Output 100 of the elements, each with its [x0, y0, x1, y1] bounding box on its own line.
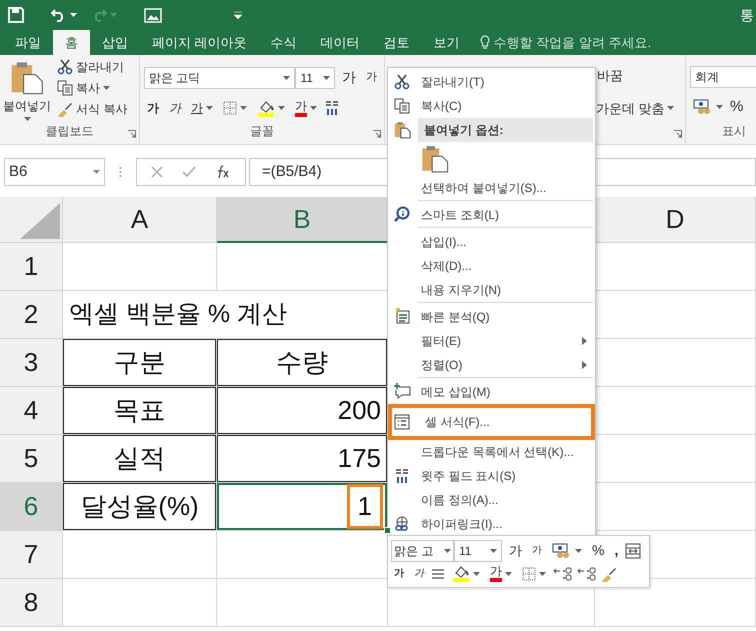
row-header[interactable]: 3 — [0, 339, 63, 387]
percent-button[interactable]: % — [589, 539, 608, 562]
menu-item[interactable]: 셀 서식(F)... — [388, 404, 595, 440]
menu-item[interactable]: 드롭다운 목록에서 선택(K)... — [388, 440, 595, 464]
dialog-launcher-icon[interactable] — [128, 130, 136, 138]
row-header[interactable]: 2 — [0, 291, 63, 339]
menu-item[interactable]: 빠른 분석(Q) — [388, 302, 595, 329]
caret-icon[interactable] — [667, 106, 674, 110]
phonetic-icon[interactable] — [324, 100, 340, 116]
menu-item[interactable]: 정렬(O) — [388, 353, 595, 377]
ribbon-tab[interactable]: 보기 — [422, 30, 472, 55]
new-comment-icon[interactable] — [394, 382, 411, 398]
caret-icon[interactable] — [490, 548, 497, 552]
caret-icon[interactable] — [310, 106, 317, 110]
grow-font-button[interactable]: 가 — [338, 66, 359, 89]
caret-icon[interactable] — [93, 170, 100, 174]
font-size-field[interactable]: 11 — [295, 66, 335, 88]
menu-item[interactable]: 메모 삽입(M) — [388, 377, 595, 404]
paste-option-icon[interactable] — [421, 145, 449, 173]
italic-button[interactable]: 가 — [166, 98, 184, 118]
scissors-icon[interactable] — [394, 74, 410, 90]
caret-icon[interactable] — [278, 106, 285, 110]
comma-button[interactable]: , — [611, 539, 622, 562]
caret-icon[interactable] — [103, 86, 110, 90]
column-header[interactable]: D — [595, 197, 756, 243]
wrap-text-button[interactable]: 바꿈 — [596, 68, 623, 83]
row-header[interactable]: 4 — [0, 387, 63, 435]
menu-item[interactable]: 필터(E) — [388, 329, 595, 353]
merge-cells-icon[interactable] — [625, 542, 642, 558]
quick-analysis-icon[interactable] — [394, 308, 410, 324]
brush-icon[interactable] — [601, 566, 617, 582]
caret-icon[interactable] — [70, 13, 77, 17]
number-format-field[interactable]: 회계 — [690, 66, 756, 88]
row-header[interactable]: 8 — [0, 579, 63, 627]
caret-icon[interactable] — [322, 76, 330, 80]
menu-item[interactable]: 삽입(I)... — [388, 227, 595, 254]
menu-item[interactable]: 잘라내기(T) — [388, 70, 595, 94]
increase-decimal-icon[interactable] — [553, 566, 573, 582]
row-header[interactable]: 6 — [0, 483, 63, 531]
menu-item[interactable]: 선택하여 붙여넣기(S)... — [388, 176, 595, 200]
format-cells-icon[interactable] — [394, 414, 410, 430]
ribbon-tab[interactable]: 삽입 — [90, 30, 140, 55]
menu-item[interactable]: 스마트 조회(L) — [388, 200, 595, 227]
font-name-field[interactable]: 맑은 고 — [391, 540, 454, 562]
caret-icon[interactable] — [505, 572, 512, 576]
name-box[interactable]: B6 — [4, 158, 105, 186]
dialog-launcher-icon[interactable] — [674, 130, 682, 138]
align-icon[interactable] — [431, 568, 445, 580]
format-painter-button[interactable]: 서식 복사 — [54, 99, 130, 119]
percent-button[interactable]: % — [730, 96, 744, 118]
column-header[interactable]: A — [63, 197, 217, 243]
shrink-font-button[interactable]: 가 — [529, 542, 545, 559]
merge-center-button[interactable]: 가운데 맞춤 — [592, 98, 678, 119]
underline-button[interactable]: 가 — [188, 98, 216, 118]
caret-icon[interactable] — [473, 572, 480, 576]
caret-icon[interactable] — [444, 548, 451, 552]
scissors-icon[interactable] — [57, 59, 73, 75]
phonetic-icon[interactable] — [394, 468, 410, 484]
column-header[interactable]: B — [217, 197, 388, 243]
borders-icon[interactable] — [522, 566, 536, 580]
menu-item[interactable]: 하이퍼링크(I)... — [388, 512, 595, 536]
caret-icon[interactable] — [283, 76, 290, 80]
caret-icon[interactable] — [575, 548, 582, 552]
caret-icon[interactable] — [24, 117, 30, 121]
copy-icon[interactable] — [57, 80, 73, 96]
lightbulb-icon[interactable] — [480, 35, 490, 50]
customize-icon[interactable] — [234, 11, 242, 19]
fill-color-icon[interactable] — [452, 565, 470, 582]
undo-button[interactable] — [48, 7, 80, 23]
function-icon[interactable] — [215, 165, 232, 179]
ribbon-tab[interactable]: 홈 — [53, 30, 90, 55]
font-name-field[interactable]: 맑은 고딕 — [144, 66, 296, 88]
caret-icon[interactable] — [206, 106, 213, 110]
ribbon-tab[interactable]: 수식 — [258, 30, 309, 55]
caret-icon[interactable] — [716, 105, 723, 110]
brush-icon[interactable] — [57, 101, 73, 117]
font-color-button[interactable]: 가 — [487, 564, 515, 583]
globe-link-icon[interactable] — [394, 516, 410, 532]
menu-item[interactable]: 윗주 필드 표시(S) — [388, 464, 595, 488]
row-header[interactable]: 5 — [0, 435, 63, 483]
copy-button[interactable]: 복사 — [54, 78, 130, 98]
save-icon[interactable] — [8, 7, 24, 23]
row-header[interactable]: 1 — [0, 243, 63, 291]
row-header[interactable]: 7 — [0, 531, 63, 579]
decrease-decimal-icon[interactable] — [577, 566, 597, 582]
grow-font-button[interactable]: 가 — [506, 540, 525, 562]
magnifier-icon[interactable] — [394, 206, 410, 222]
caret-icon[interactable] — [240, 106, 247, 110]
clipboard-icon[interactable] — [10, 61, 44, 95]
menu-item[interactable]: 삭제(D)... — [388, 254, 595, 278]
fill-color-icon[interactable] — [256, 100, 275, 116]
bold-button[interactable]: 가 — [144, 98, 162, 118]
currency-icon[interactable] — [693, 99, 713, 116]
ribbon-tab[interactable]: 검토 — [372, 30, 422, 55]
menu-item[interactable]: 내용 지우기(N) — [388, 278, 595, 302]
cut-button[interactable]: 잘라내기 — [54, 57, 130, 77]
tell-me-field[interactable]: 수행할 작업을 알려 주세요. — [494, 32, 652, 52]
copy-icon[interactable] — [394, 98, 410, 114]
ribbon-tab[interactable]: 데이터 — [308, 30, 372, 55]
borders-icon[interactable] — [222, 101, 237, 115]
